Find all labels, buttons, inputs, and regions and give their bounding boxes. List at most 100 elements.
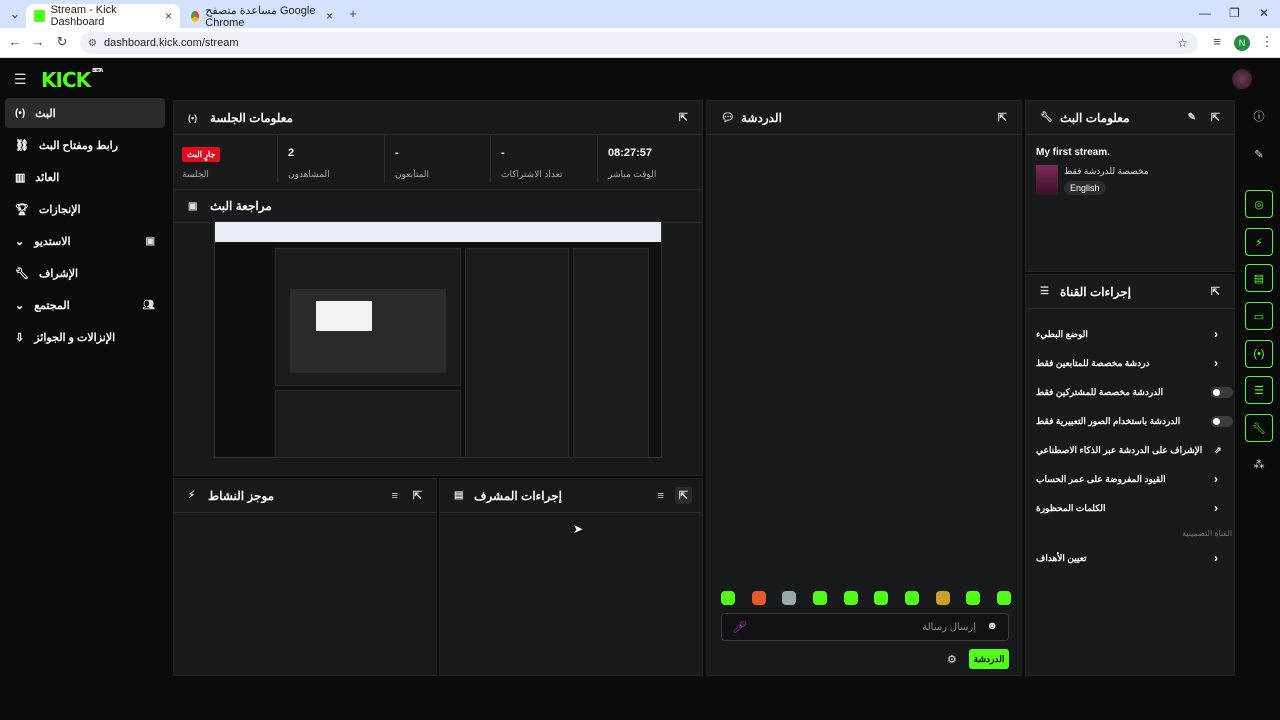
minimize-icon[interactable]: — bbox=[1199, 6, 1211, 20]
live-badge: جارٍ البث bbox=[182, 147, 221, 162]
tab-search-icon[interactable]: ⌄ bbox=[6, 6, 24, 22]
emote-icon[interactable] bbox=[812, 591, 827, 605]
mod-actions-panel: ▤ إجراءات المشرف ≡ ⇱ bbox=[439, 478, 703, 676]
stat-label: تعداد الاشتراكات bbox=[501, 169, 563, 179]
popout-icon[interactable]: ⇱ bbox=[679, 111, 688, 124]
chevron-right-icon: › bbox=[1214, 501, 1218, 515]
chevron-right-icon: › bbox=[1214, 472, 1218, 486]
channel-icon[interactable]: ☰ bbox=[1245, 376, 1273, 404]
sidebar-item-community[interactable]: ⌄ المجتمع 👥︎ bbox=[5, 290, 165, 320]
emote-icon[interactable] bbox=[874, 591, 889, 605]
sidebar: (•) البث ⛓ رابط ومفتاح البث ▥ العائد 🏆︎ … bbox=[0, 98, 170, 680]
browser-tab-kick[interactable]: Stream - Kick Dashboard × bbox=[26, 4, 180, 28]
emote-icon[interactable] bbox=[996, 591, 1011, 605]
restore-icon[interactable]: ❐ bbox=[1229, 6, 1240, 20]
reload-icon[interactable]: ↻ bbox=[53, 34, 71, 50]
edit-pencil-icon[interactable]: ✎ bbox=[1188, 112, 1196, 123]
sidebar-item-studio[interactable]: ⌄ الاستديو ▣ bbox=[5, 226, 165, 256]
stat-live-time: 08:27:57 الوقت مباشر bbox=[598, 135, 702, 183]
preview-sidebar bbox=[215, 242, 273, 457]
section-label: القناة التضمينية bbox=[1182, 529, 1233, 538]
session-info-panel: ⇱ معلومات الجلسة (•) جارٍ البث الجلسة 2 … bbox=[173, 100, 703, 476]
browser-tab-chrome-help[interactable]: مساعدة متصفح Google Chrome × bbox=[183, 4, 341, 29]
stream-preview[interactable] bbox=[214, 221, 662, 458]
back-icon[interactable]: ← bbox=[6, 34, 24, 49]
forward-icon[interactable]: → bbox=[29, 34, 47, 49]
preview-nested-view bbox=[290, 289, 446, 373]
sidebar-item-revenue[interactable]: ▥ العائد bbox=[5, 162, 165, 192]
filter-icon[interactable]: ≡ bbox=[658, 490, 664, 502]
sidebar-item-label: المجتمع bbox=[34, 299, 70, 312]
focus-icon[interactable]: ◎ bbox=[1245, 190, 1273, 218]
stat-value: - bbox=[395, 147, 399, 159]
new-tab-icon[interactable]: + bbox=[344, 6, 362, 21]
emote-icon[interactable] bbox=[721, 591, 735, 605]
action-ai-moderation[interactable]: الإشراف على الدردشة عبر الذكاء الاصطناعي… bbox=[1036, 437, 1224, 463]
action-label: الكلمات المحظورة bbox=[1036, 502, 1106, 513]
lightning-icon[interactable]: ⚡︎ bbox=[1245, 228, 1273, 256]
broadcast-icon[interactable]: (•) bbox=[1245, 340, 1273, 368]
document-icon: ▤ bbox=[454, 490, 464, 501]
menu-kebab-icon[interactable]: ⋮ bbox=[1258, 34, 1276, 50]
sidebar-item-achievements[interactable]: 🏆︎ الإنجازات bbox=[5, 194, 165, 224]
popout-icon[interactable]: ⇱ bbox=[998, 111, 1007, 124]
stat-label: المشاهدون bbox=[288, 169, 330, 179]
action-label: الدردشة مخصصة للمشتركين فقط bbox=[1036, 386, 1164, 397]
chat-settings-icon[interactable]: ⚙ bbox=[947, 653, 957, 666]
chevron-down-icon: ⌄ bbox=[15, 235, 25, 248]
bookmark-star-icon[interactable]: ☆ bbox=[1177, 36, 1188, 50]
chat-send-button[interactable]: الدردشة bbox=[969, 649, 1009, 669]
chevron-right-icon: › bbox=[1214, 327, 1218, 341]
emoji-icon[interactable]: ☻ bbox=[986, 620, 998, 632]
popout-icon[interactable]: ⇱ bbox=[1211, 111, 1220, 124]
close-icon[interactable]: × bbox=[326, 9, 333, 23]
action-account-age[interactable]: القيود المفروضة على عمر الحساب › bbox=[1036, 466, 1224, 492]
hamburger-menu-icon[interactable]: ☰ bbox=[14, 71, 28, 88]
sidebar-item-drops[interactable]: ⇩ الإنزالات و الجوائز bbox=[5, 322, 165, 352]
action-banned-words[interactable]: الكلمات المحظورة › bbox=[1036, 495, 1224, 521]
user-avatar[interactable] bbox=[1232, 69, 1252, 89]
trophy-icon: 🏆︎ bbox=[15, 203, 29, 216]
kick-logo[interactable]: KICK BETA bbox=[41, 68, 103, 92]
close-icon[interactable]: × bbox=[165, 9, 172, 23]
sidebar-item-moderation[interactable]: 🔧︎ الإشراف bbox=[5, 258, 165, 288]
action-slow-mode[interactable]: الوضع البطيء › bbox=[1036, 321, 1224, 347]
subscribers-only-toggle[interactable] bbox=[1211, 387, 1233, 398]
chat-bubble-icon[interactable]: ▭ bbox=[1245, 302, 1273, 330]
action-set-goals[interactable]: تعيين الأهداف › bbox=[1036, 545, 1224, 571]
site-info-icon[interactable]: ⚙ bbox=[88, 38, 97, 49]
window-close-icon[interactable]: ✕ bbox=[1259, 6, 1269, 20]
sidebar-item-stream-key[interactable]: ⛓ رابط ومفتاح البث bbox=[5, 130, 165, 160]
sidebar-item-label: البث bbox=[35, 107, 56, 120]
action-followers-only[interactable]: دردشة مخصصة للمتابعين فقط › bbox=[1036, 350, 1224, 376]
more-icon[interactable]: ⁂ bbox=[1245, 450, 1273, 478]
chat-message-input[interactable]: 🎤︎ إرسال رسالة ☻ bbox=[721, 613, 1009, 641]
stat-value: 2 bbox=[288, 147, 295, 159]
emote-icon[interactable] bbox=[966, 591, 981, 605]
info-icon[interactable]: ⓘ bbox=[1245, 102, 1273, 130]
stat-subscriptions: - تعداد الاشتراكات bbox=[491, 135, 598, 183]
filter-icon[interactable]: ≡ bbox=[392, 490, 398, 502]
profile-avatar[interactable]: N bbox=[1234, 35, 1250, 51]
chat-bubble-icon: 💬︎ bbox=[721, 112, 735, 124]
sidebar-item-stream[interactable]: (•) البث bbox=[5, 98, 165, 128]
address-bar[interactable]: ⚙ dashboard.kick.com/stream ☆ bbox=[80, 32, 1198, 54]
panel-title: معلومات الجلسة bbox=[210, 110, 293, 125]
stat-followers: - المتابعون bbox=[385, 135, 491, 183]
emote-icon[interactable] bbox=[751, 591, 766, 605]
emote-icon[interactable] bbox=[935, 591, 950, 605]
wrench-icon[interactable]: 🔧︎ bbox=[1245, 414, 1273, 442]
popout-icon[interactable]: ⇱ bbox=[1211, 285, 1220, 298]
edit-pencil-icon[interactable]: ✎ bbox=[1245, 140, 1273, 168]
emotes-only-toggle[interactable] bbox=[1211, 416, 1233, 427]
media-icon[interactable]: ≡ bbox=[1208, 34, 1226, 49]
chat-placeholder: إرسال رسالة bbox=[922, 622, 976, 633]
popout-icon[interactable]: ⇱ bbox=[674, 487, 692, 504]
right-toolbar: ⓘ ✎ ◎ ⚡︎ ▤ ▭ (•) ☰ 🔧︎ ⁂ bbox=[1237, 98, 1280, 680]
emote-icon[interactable] bbox=[782, 591, 797, 605]
emote-icon[interactable] bbox=[843, 591, 858, 605]
popout-icon[interactable]: ⇱ bbox=[413, 489, 422, 502]
document-icon[interactable]: ▤ bbox=[1245, 264, 1273, 292]
microphone-icon[interactable]: 🎤︎ bbox=[732, 620, 747, 634]
emote-icon[interactable] bbox=[904, 591, 919, 605]
